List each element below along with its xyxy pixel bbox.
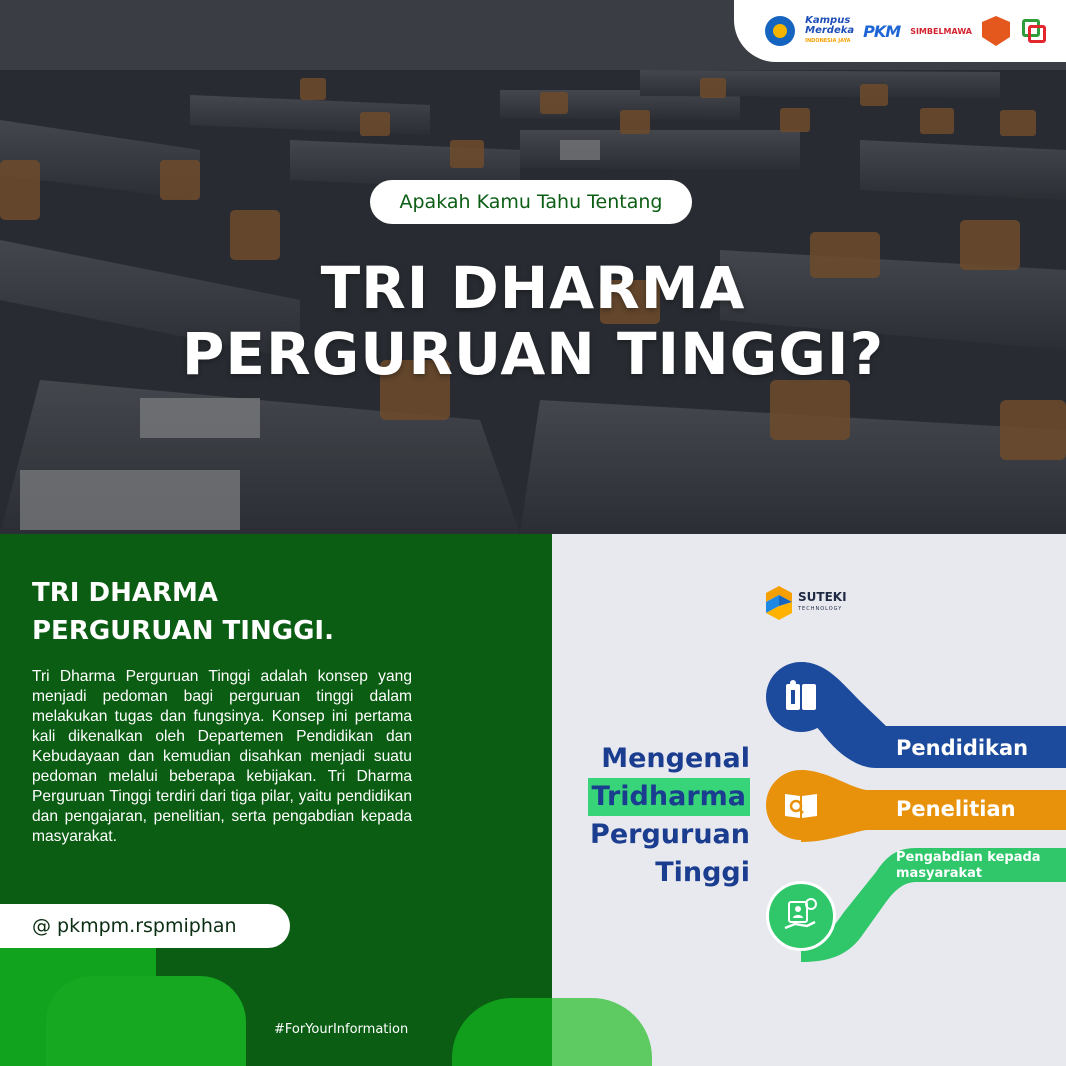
suteki-brand: SUTEKI TECHNOLOGY [766, 586, 847, 620]
decor-light-green-block [552, 998, 652, 1066]
hero-title: TRI DHARMA PERGURUAN TINGGI? [0, 255, 1066, 387]
kampus-merdeka-logo: Kampus Merdeka INDONESIA JAYA [805, 16, 855, 46]
suteki-logo-icon [766, 586, 792, 620]
belmawa-logo [1020, 17, 1048, 45]
hero-title-line2: PERGURUAN TINGGI? [181, 320, 885, 388]
pillar-pendidikan-label: Pendidikan [896, 736, 1029, 760]
instagram-handle[interactable]: @ pkmpm.rspmiphan [0, 904, 290, 948]
kemdikbud-logo [765, 16, 796, 46]
kampus-merdeka-sub: INDONESIA JAYA [805, 38, 851, 44]
simbelmawa-logo: SIMBELMAWA [910, 26, 972, 36]
pillar-pendidikan-icon-circle [766, 662, 836, 732]
infographic-heading: Mengenal Tridharma Perguruan Tinggi [570, 740, 750, 892]
suteki-brand-name: SUTEKI [798, 590, 847, 604]
definition-title-line2: PERGURUAN TINGGI. [32, 616, 334, 646]
suteki-brand-sub: TECHNOLOGY [798, 606, 843, 612]
research-book-icon [785, 794, 817, 818]
university-emblem-logo [982, 16, 1010, 46]
definition-body: Tri Dharma Perguruan Tinggi adalah konse… [32, 668, 412, 845]
book-icon [786, 680, 816, 710]
infographic-panel: SUTEKI TECHNOLOGY Mengenal Tridharma Per… [552, 534, 1066, 1066]
hashtag: #ForYourInformation [274, 1022, 409, 1037]
partner-logo-strip: Kampus Merdeka INDONESIA JAYA PKM SIMBEL… [734, 0, 1066, 62]
heading-highlight-tridharma: Tridharma [587, 778, 750, 816]
decor-rounded-block [46, 976, 246, 1066]
pillar-pengabdian-label: Pengabdian kepada masyarakat [896, 850, 1041, 881]
pillar-penelitian-icon-circle [766, 770, 836, 840]
pkm-logo: PKM [863, 21, 901, 41]
heading-line-1: Mengenal [601, 743, 750, 774]
community-service-icon [784, 898, 817, 930]
pillar-pengabdian-icon-circle [766, 881, 836, 951]
definition-title: TRI DHARMA PERGURUAN TINGGI. [32, 574, 452, 650]
heading-line-4: Tinggi [655, 857, 750, 888]
decor-rounded-block-right [452, 998, 552, 1066]
hero-title-line1: TRI DHARMA [320, 254, 746, 322]
definition-title-line1: TRI DHARMA [32, 578, 218, 608]
definition-panel: TRI DHARMA PERGURUAN TINGGI. Tri Dharma … [0, 534, 552, 1066]
heading-line-3: Perguruan [590, 819, 750, 850]
hero-kicker-pill: Apakah Kamu Tahu Tentang [370, 180, 692, 224]
suteki-brand-text: SUTEKI TECHNOLOGY [798, 591, 847, 615]
hero-banner: Kampus Merdeka INDONESIA JAYA PKM SIMBEL… [0, 0, 1066, 534]
pillar-penelitian-label: Penelitian [896, 797, 1016, 821]
kampus-merdeka-line2: Merdeka [805, 25, 855, 36]
